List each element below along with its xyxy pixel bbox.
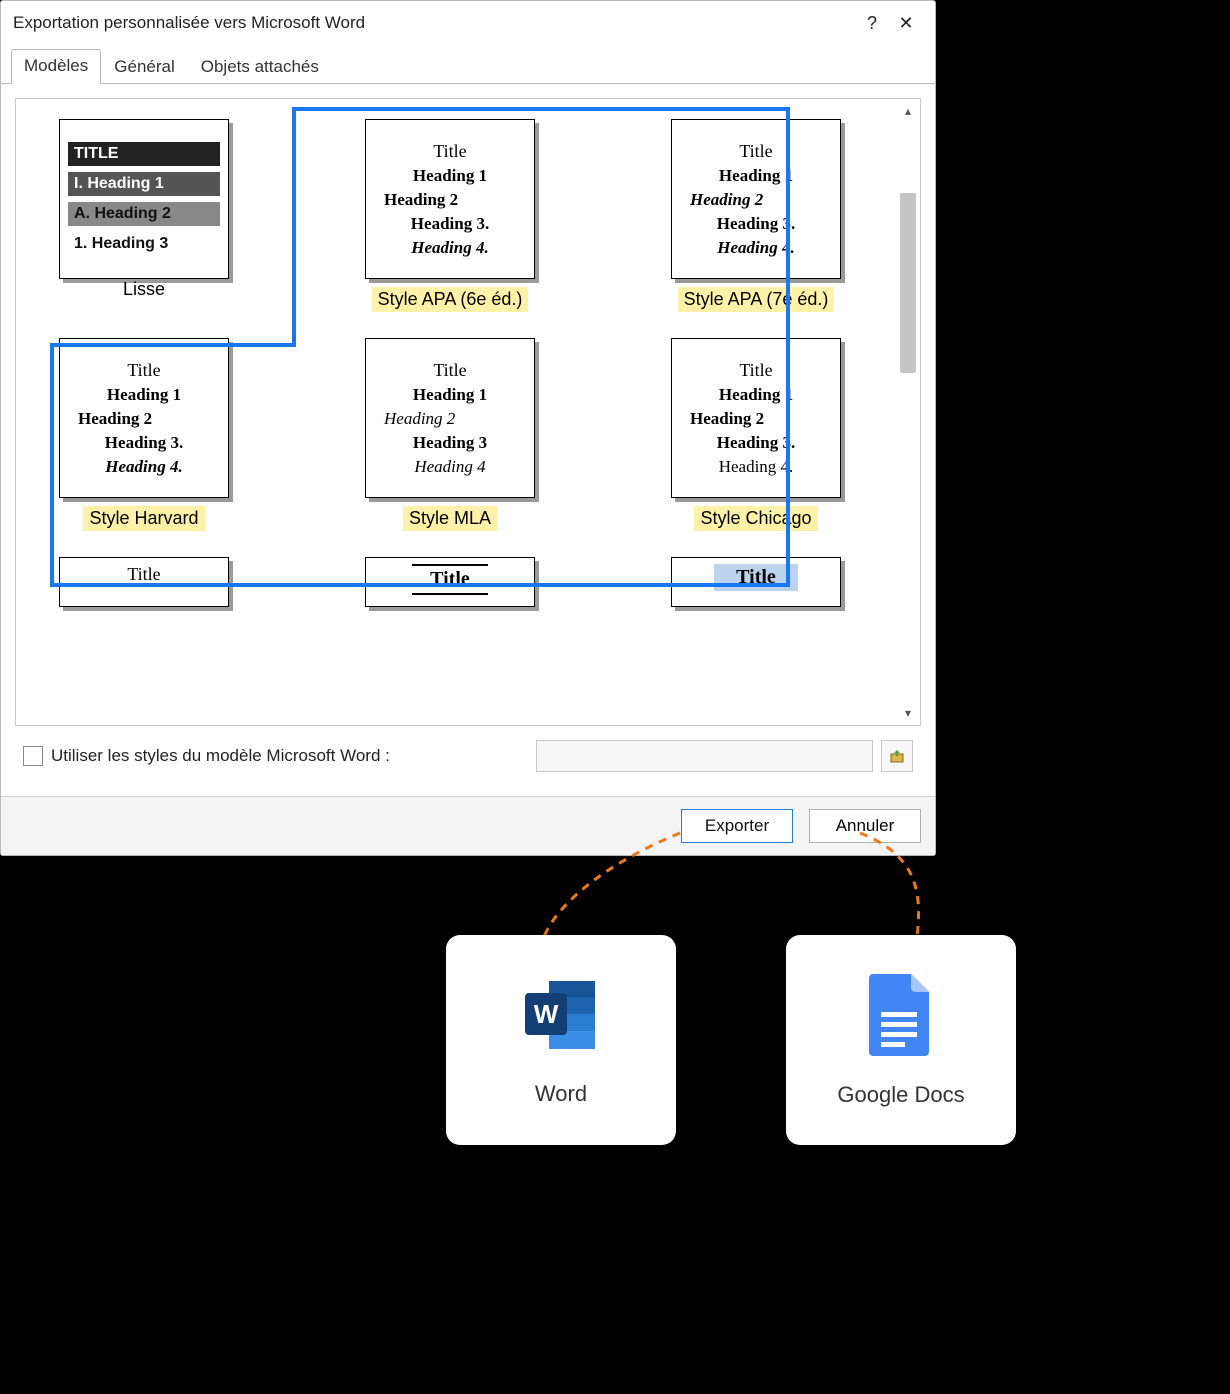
svg-text:W: W bbox=[534, 999, 559, 1029]
arrow-annotations bbox=[0, 0, 1230, 1394]
destination-gdocs-card: Google Docs bbox=[786, 935, 1016, 1145]
destination-word-label: Word bbox=[535, 1081, 587, 1107]
google-docs-icon bbox=[867, 972, 935, 1058]
word-icon: W bbox=[519, 973, 603, 1057]
destination-gdocs-label: Google Docs bbox=[837, 1082, 964, 1108]
destination-word-card: W Word bbox=[446, 935, 676, 1145]
